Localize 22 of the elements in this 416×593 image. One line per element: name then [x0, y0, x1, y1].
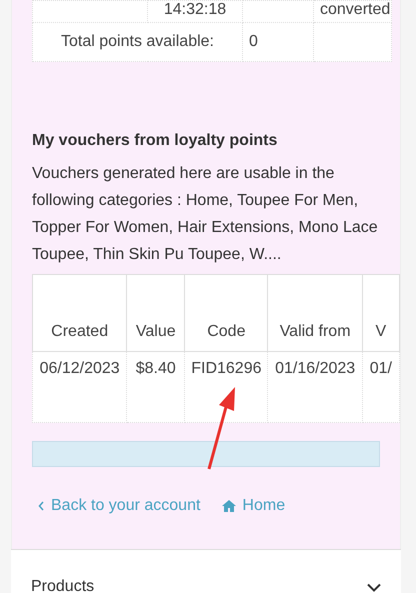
total-value: 0 — [249, 33, 258, 50]
column-header: Created — [51, 323, 108, 340]
accordion-header[interactable]: Products — [11, 549, 401, 593]
table-cell: 14:32:18 — [164, 2, 226, 18]
home-icon — [222, 500, 236, 512]
total-label: Total points available: — [61, 33, 214, 50]
section-title: My vouchers from loyalty points — [32, 132, 278, 150]
home-link[interactable]: Home — [222, 497, 286, 515]
table-cell: FID16296 — [191, 360, 262, 377]
column-header: Value — [136, 323, 176, 340]
table-cell: 06/12/2023 — [40, 360, 120, 377]
back-link[interactable]: Back to your account — [38, 497, 200, 515]
column-header: Valid from — [280, 323, 351, 340]
table-cell: $8.40 — [136, 360, 176, 377]
chevron-left-icon — [38, 501, 45, 511]
table-cell: 01/ — [370, 360, 392, 377]
column-header: V — [376, 323, 386, 340]
column-header: Code — [207, 323, 246, 340]
table-cell: converted — [320, 2, 390, 18]
section-label: Products — [31, 578, 94, 593]
table-cell: 01/16/2023 — [275, 360, 356, 377]
description: Vouchers generated here are usable in the following categories : Home, Toupee For Men, Topper For Women, Hair Extensions, Mono Lace Toupee, Thin Skin Pu Toupee, W.... — [32, 164, 379, 265]
